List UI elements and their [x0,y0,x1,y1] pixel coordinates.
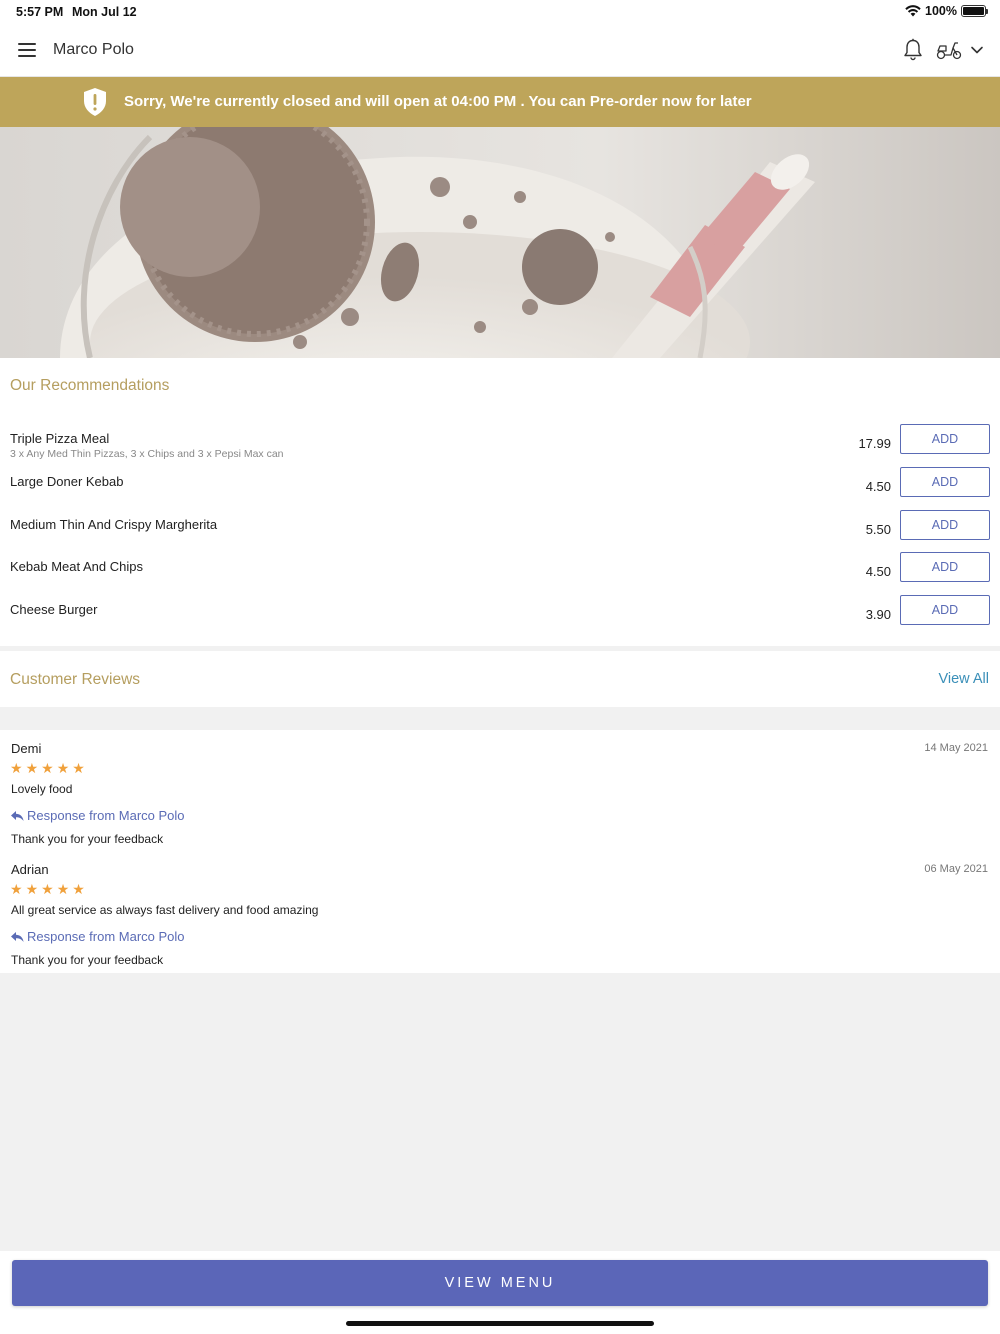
add-button[interactable]: ADD [900,467,990,497]
recommendation-item: Kebab Meat And Chips 4.50 ADD [0,552,1000,599]
item-name: Cheese Burger [10,602,98,617]
item-price: 5.50 [865,522,891,537]
wifi-icon [905,5,921,17]
item-price: 17.99 [858,436,891,451]
review-text: Lovely food [11,782,73,796]
response-text: Thank you for your feedback [11,953,164,967]
response-label[interactable]: Response from Marco Polo [10,929,185,944]
status-time: 5:57 PM [16,5,64,19]
response-label-text: Response from Marco Polo [27,929,185,944]
recommendations-title: Our Recommendations [10,377,170,394]
add-button[interactable]: ADD [900,552,990,582]
recommendations-section: Our Recommendations Triple Pizza Meal 3 … [0,358,1000,646]
item-price: 4.50 [865,479,891,494]
battery-percent: 100% [925,4,957,18]
status-bar: 5:57 PM Mon Jul 12 100% [0,0,1000,24]
reviews-title: Customer Reviews [10,671,141,688]
star-icon: ★ [56,881,70,897]
status-date: Mon Jul 12 [72,5,137,19]
star-icon: ★ [25,881,39,897]
item-name: Large Doner Kebab [10,474,124,489]
review-text: All great service as always fast deliver… [11,903,319,917]
review-date: 14 May 2021 [924,742,988,754]
reply-icon [11,810,24,821]
reviewer-name: Adrian [11,862,49,877]
star-icon: ★ [72,881,85,897]
app-bar: Marco Polo [0,24,1000,77]
reviewer-name: Demi [11,741,42,756]
page-title: Marco Polo [53,41,134,58]
bell-icon[interactable] [902,38,924,62]
recommendation-item: Cheese Burger 3.90 ADD [0,595,1000,642]
chevron-down-icon[interactable] [970,44,984,56]
response-label[interactable]: Response from Marco Polo [10,808,185,823]
scooter-icon[interactable] [936,39,962,61]
recommendation-item: Large Doner Kebab 4.50 ADD [0,467,1000,514]
bottom-bar: VIEW MENU [0,1251,1000,1334]
rating-stars: ★ ★ ★ ★ ★ [10,761,85,775]
recommendation-item: Triple Pizza Meal 3 x Any Med Thin Pizza… [0,424,1000,471]
review-date: 06 May 2021 [924,863,988,875]
battery-icon [961,5,988,17]
item-name: Triple Pizza Meal [10,431,110,446]
reply-icon [11,931,24,942]
star-icon: ★ [41,760,54,776]
item-price: 3.90 [865,607,891,622]
shield-alert-icon [84,88,106,116]
recommendation-item: Medium Thin And Crispy Margherita 5.50 A… [0,510,1000,557]
star-icon: ★ [41,881,54,897]
hero-image [0,127,1000,358]
add-button[interactable]: ADD [900,595,990,625]
star-icon: ★ [10,760,23,776]
item-description: 3 x Any Med Thin Pizzas, 3 x Chips and 3… [10,448,284,460]
closed-notice-banner: Sorry, We're currently closed and will o… [0,77,1000,127]
star-icon: ★ [25,760,39,776]
item-name: Kebab Meat And Chips [10,559,143,574]
item-price: 4.50 [865,564,891,579]
closed-notice-text: Sorry, We're currently closed and will o… [124,93,752,110]
view-all-link[interactable]: View All [938,671,989,687]
home-indicator [346,1321,654,1326]
reviews-header: Customer Reviews View All [0,651,1000,707]
star-icon: ★ [56,760,70,776]
rating-stars: ★ ★ ★ ★ ★ [10,882,85,896]
star-icon: ★ [72,760,85,776]
reviews-list: Demi 14 May 2021 ★ ★ ★ ★ ★ Lovely food R… [0,730,1000,973]
menu-icon[interactable] [18,43,36,57]
add-button[interactable]: ADD [900,510,990,540]
item-name: Medium Thin And Crispy Margherita [10,517,218,532]
view-menu-button[interactable]: VIEW MENU [12,1260,988,1306]
status-right: 100% [905,4,988,18]
add-button[interactable]: ADD [900,424,990,454]
response-label-text: Response from Marco Polo [27,808,185,823]
star-icon: ★ [10,881,23,897]
response-text: Thank you for your feedback [11,832,164,846]
